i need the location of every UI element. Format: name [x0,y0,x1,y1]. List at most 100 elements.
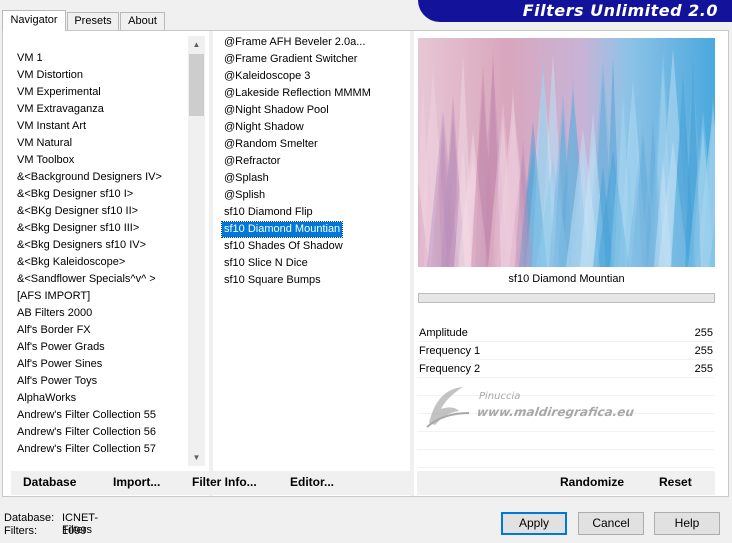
param-row-frequency-1[interactable]: Frequency 1 255 [417,342,715,360]
navigator-toolbar: Database Import... Filter Info... Editor… [11,471,411,495]
column-divider [209,31,213,496]
status-filters-label: Filters: [4,525,37,537]
category-label: Alf's Border FX [17,324,91,336]
category-item[interactable]: &<Bkg Designer sf10 III> [13,220,187,237]
category-list[interactable]: VM 1 VM Distortion VM Experimental VM Extra… [13,50,187,474]
filter-item[interactable]: sf10 Shades Of Shadow [220,238,410,255]
category-item[interactable]: VM Extravaganza [13,101,187,118]
filter-item[interactable]: @Refractor [220,153,410,170]
preview-image [418,38,715,267]
tab-about[interactable]: About [120,12,165,30]
tab-presets[interactable]: Presets [67,12,119,30]
editor-button[interactable]: Editor... [290,475,334,489]
category-item[interactable]: Alf's Border FX [13,322,187,339]
randomize-button[interactable]: Randomize [560,475,624,489]
filter-label: sf10 Diamond Flip [224,206,313,218]
filter-preview [418,38,715,267]
database-button[interactable]: Database [23,475,76,489]
category-label: &<Bkg Designer sf10 III> [17,222,140,234]
category-item[interactable]: AlphaWorks [13,390,187,407]
filter-label: @Refractor [224,155,281,167]
reset-button[interactable]: Reset [659,475,692,489]
filter-item[interactable]: @Night Shadow [220,119,410,136]
category-label: Andrew's Filter Collection 57 [17,443,157,455]
import-button[interactable]: Import... [113,475,160,489]
filter-item[interactable]: sf10 Diamond Mountian [220,221,410,238]
param-row-frequency-2[interactable]: Frequency 2 255 [417,360,715,378]
filter-item[interactable]: sf10 Square Bumps [220,272,410,289]
category-scrollbar[interactable]: ▲ ▼ [188,36,205,466]
watermark-url: www.maldiregrafica.eu [476,405,636,419]
filter-label: sf10 Diamond Mountian [220,221,344,238]
category-item[interactable]: &<Background Designers IV> [13,169,187,186]
filter-label: @Splish [224,189,266,201]
category-label: Alf's Power Sines [17,358,103,370]
apply-button[interactable]: Apply [501,512,567,535]
param-row-empty [417,450,715,468]
category-item[interactable]: VM Experimental [13,84,187,101]
help-button[interactable]: Help [654,512,720,535]
category-item[interactable]: VM Toolbox [13,152,187,169]
category-label: &<BKg Designer sf10 II> [17,205,139,217]
filter-label: @Night Shadow [224,121,304,133]
category-item[interactable]: &<Bkg Designer sf10 I> [13,186,187,203]
category-item[interactable]: VM 1 [13,50,187,67]
category-label: Alf's Power Grads [17,341,105,353]
scroll-up-icon[interactable]: ▲ [188,36,205,53]
category-item[interactable]: &<BKg Designer sf10 II> [13,203,187,220]
category-item[interactable]: Alf's Power Sines [13,356,187,373]
category-item[interactable]: Andrew's Filter Collection 57 [13,441,187,458]
preview-filter-name: sf10 Diamond Mountian [508,273,625,285]
app-banner: Filters Unlimited 2.0 [418,0,732,22]
filter-label: @Splash [224,172,269,184]
category-label: VM Distortion [17,69,84,81]
filter-label: @Frame Gradient Switcher [224,53,358,65]
category-label: &<Sandflower Specials^v^ > [17,273,156,285]
filter-label: @Random Smelter [224,138,318,150]
category-item[interactable]: &<Sandflower Specials^v^ > [13,271,187,288]
category-label: &<Bkg Designers sf10 IV> [17,239,147,251]
category-item[interactable]: Alf's Power Toys [13,373,187,390]
filter-item[interactable]: sf10 Diamond Flip [220,204,410,221]
cancel-button[interactable]: Cancel [578,512,644,535]
param-row-amplitude[interactable]: Amplitude 255 [417,324,715,342]
scroll-down-icon[interactable]: ▼ [188,449,205,466]
filter-item[interactable]: @Splash [220,170,410,187]
filter-item[interactable]: @Splish [220,187,410,204]
category-item[interactable]: &<Bkg Kaleidoscope> [13,254,187,271]
category-label: AlphaWorks [17,392,77,404]
filter-item[interactable]: @Frame Gradient Switcher [220,51,410,68]
filter-item[interactable]: @Kaleidoscope 3 [220,68,410,85]
category-item[interactable]: [AFS IMPORT] [13,288,187,305]
category-item[interactable]: VM Distortion [13,67,187,84]
category-label: VM 1 [17,52,43,64]
filter-info-button[interactable]: Filter Info... [192,475,257,489]
filter-item[interactable]: @Random Smelter [220,136,410,153]
category-label: [AFS IMPORT] [17,290,91,302]
category-label: VM Toolbox [17,154,75,166]
category-item[interactable]: VM Instant Art [13,118,187,135]
filter-item[interactable]: @Lakeside Reflection MMMM [220,85,410,102]
category-label: &<Background Designers IV> [17,171,162,183]
category-label: VM Experimental [17,86,101,98]
filter-item[interactable]: sf10 Slice N Dice [220,255,410,272]
tab-navigator[interactable]: Navigator [2,10,66,31]
category-item[interactable]: AB Filters 2000 [13,305,187,322]
category-item[interactable]: VM Natural [13,135,187,152]
category-item[interactable]: &<Bkg Designers sf10 IV> [13,237,187,254]
category-item[interactable]: Andrew's Filter Collection 55 [13,407,187,424]
scroll-thumb[interactable] [189,54,204,116]
category-item[interactable]: Alf's Power Grads [13,339,187,356]
filter-item[interactable]: @Night Shadow Pool [220,102,410,119]
watermark: Pinuccia www.maldiregrafica.eu [423,383,653,433]
category-label: VM Natural [17,137,73,149]
category-label: &<Bkg Kaleidoscope> [17,256,126,268]
category-label: AB Filters 2000 [17,307,93,319]
app-title: Filters Unlimited 2.0 [522,1,718,20]
filter-item[interactable]: @Frame AFH Beveler 2.0a... [220,34,410,51]
category-label: VM Instant Art [17,120,87,132]
filter-list[interactable]: @Frame AFH Beveler 2.0a... @Frame Gradien… [220,34,410,304]
param-value: 255 [694,345,713,357]
category-item[interactable]: Andrew's Filter Collection 56 [13,424,187,441]
watermark-logo-icon [426,387,470,428]
